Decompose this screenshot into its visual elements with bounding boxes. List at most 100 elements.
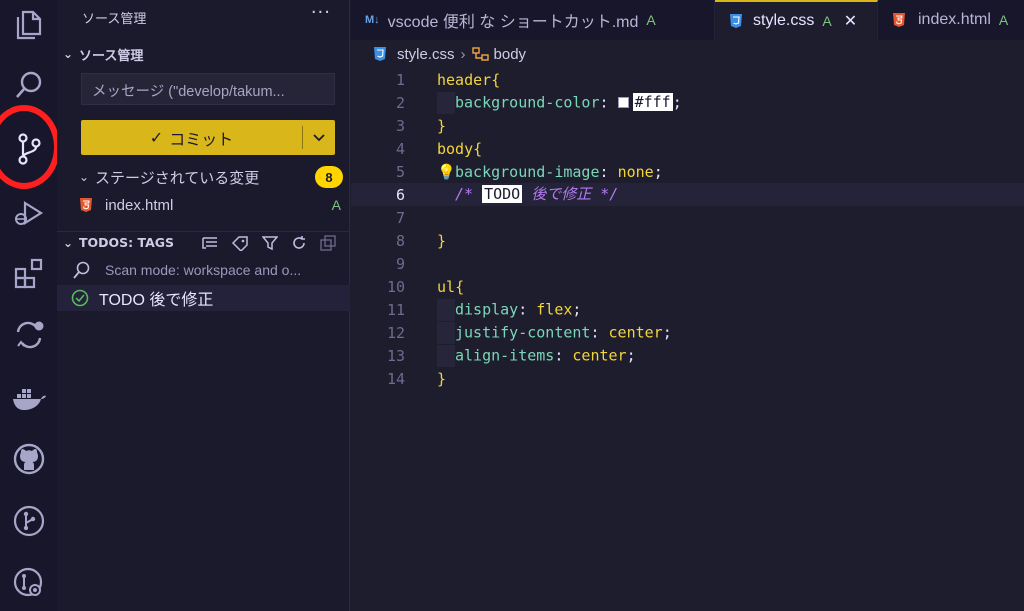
tab-label: style.css [753, 12, 815, 29]
markdown-icon: M↓ [365, 14, 380, 26]
line-number: 4 [395, 139, 405, 158]
brace: { [491, 70, 501, 89]
section-title: ソース管理 [79, 48, 144, 64]
css-value: #fff [632, 93, 673, 111]
tag-icon[interactable] [231, 235, 249, 251]
commit-label: コミット [169, 131, 234, 149]
tab-index-html[interactable]: index.html A [878, 0, 1024, 40]
close-icon[interactable]: ✕ [844, 11, 857, 31]
code-line: 10 ul{ [351, 275, 1024, 298]
todos-toolbar [202, 232, 336, 254]
css-selector: ul [437, 277, 456, 296]
github-icon[interactable] [0, 434, 57, 484]
colon: : [599, 93, 609, 111]
search-icon[interactable] [0, 60, 57, 110]
explorer-icon[interactable] [0, 0, 57, 50]
tree-view-icon[interactable] [202, 236, 218, 250]
chevron-down-icon: ⌄ [62, 235, 74, 250]
search-icon [73, 261, 90, 279]
refresh-icon[interactable] [291, 235, 307, 251]
collapse-all-icon[interactable] [320, 235, 336, 251]
code-line: 1 header{ [351, 68, 1024, 91]
gitlens-icon[interactable] [0, 558, 57, 608]
code-line: 11 display: flex; [351, 298, 1024, 321]
tab-status: A [646, 12, 656, 28]
indent-guide [437, 184, 455, 206]
code-line: 2 background-color: #fff; [351, 91, 1024, 114]
commit-dropdown-button[interactable] [303, 133, 335, 142]
symbol-tree-icon [471, 47, 489, 61]
line-number: 3 [395, 116, 405, 135]
staged-changes-header[interactable]: ⌄ ステージされている変更 8 [73, 165, 343, 189]
scan-mode-label: Scan mode: workspace and o... [105, 262, 302, 278]
commit-button[interactable]: ✓ コミット [81, 120, 335, 155]
css-value: flex [536, 300, 573, 318]
semicolon: ; [653, 162, 663, 181]
more-actions-icon[interactable]: ··· [311, 2, 331, 23]
line-number: 1 [395, 70, 405, 89]
commit-main-button[interactable]: ✓ コミット [81, 120, 302, 155]
scan-mode-item[interactable]: Scan mode: workspace and o... [73, 259, 343, 281]
todos-section-header[interactable]: ⌄ TODOS: TAGS [57, 231, 350, 253]
line-number: 12 [386, 323, 405, 342]
run-debug-icon[interactable] [0, 188, 57, 238]
tab-label: vscode 便利 な ショートカット.md [387, 14, 639, 31]
lightbulb-icon[interactable]: 💡 [437, 163, 456, 181]
check-icon: ✓ [149, 129, 164, 147]
brace: } [437, 369, 447, 388]
code-line: 13 align-items: center; [351, 344, 1024, 367]
docker-icon[interactable] [0, 374, 57, 424]
html-file-icon [79, 197, 93, 213]
source-control-sidebar: ソース管理 ··· ⌄ ソース管理 メッセージ ("develop/takum.… [57, 0, 350, 611]
indent-guide [437, 344, 455, 367]
staged-label: ステージされている変更 [95, 169, 260, 187]
code-line: 12 justify-content: center; [351, 321, 1024, 344]
file-status-added: A [331, 197, 341, 213]
tab-style-css[interactable]: style.css A ✕ [715, 0, 878, 40]
git-graph-icon[interactable] [0, 496, 57, 546]
git-diff-icon[interactable] [0, 310, 57, 360]
tab-status: A [998, 12, 1009, 28]
activity-bar [0, 0, 60, 611]
css-value: center [572, 346, 627, 364]
breadcrumb-file[interactable]: style.css [397, 46, 455, 63]
code-editor[interactable]: 1 header{ 2 background-color: #fff; 3 } … [351, 68, 1024, 611]
brace: } [437, 116, 447, 135]
brace: } [437, 231, 447, 250]
css-property: display [455, 300, 519, 318]
sidebar-title: ソース管理 [82, 12, 147, 27]
staged-count-badge: 8 [315, 166, 343, 188]
todo-item-label: TODO 後で修正 [99, 292, 214, 309]
line-number: 14 [386, 369, 405, 388]
colon: : [554, 346, 564, 364]
code-line: 8 } [351, 229, 1024, 252]
tab-label: index.html [918, 11, 991, 28]
css-icon [729, 13, 743, 29]
extensions-icon[interactable] [0, 248, 57, 298]
css-icon [373, 46, 387, 62]
brace: { [455, 277, 465, 296]
code-line: 4 body{ [351, 137, 1024, 160]
filter-icon[interactable] [262, 235, 278, 251]
line-number: 7 [395, 208, 405, 227]
code-line: 9 [351, 252, 1024, 275]
chevron-down-icon: ⌄ [62, 47, 74, 61]
css-property: background-color [455, 93, 600, 111]
check-circle-icon [71, 289, 89, 307]
code-line: 14 } [351, 367, 1024, 390]
color-swatch-icon[interactable] [617, 97, 629, 108]
todo-tree-item[interactable]: TODO 後で修正 [57, 285, 350, 311]
staged-file-item[interactable]: index.html A [79, 193, 341, 217]
css-value: none [617, 162, 654, 181]
code-line: 7 [351, 206, 1024, 229]
source-control-section-header[interactable]: ⌄ ソース管理 [57, 43, 350, 65]
code-line: 5 💡background-image: none; [351, 160, 1024, 183]
commit-message-input[interactable]: メッセージ ("develop/takum... [81, 73, 335, 105]
comment-text: 後で修正 */ [522, 185, 619, 204]
code-line-current: 6 /* TODO 後で修正 */ [351, 183, 1024, 206]
indent-guide [437, 298, 455, 321]
css-property: background-image [455, 162, 600, 181]
breadcrumb-symbol[interactable]: body [494, 46, 527, 63]
breadcrumb: style.css › body [351, 40, 1024, 68]
tab-markdown[interactable]: M↓ vscode 便利 な ショートカット.md A [351, 0, 715, 40]
